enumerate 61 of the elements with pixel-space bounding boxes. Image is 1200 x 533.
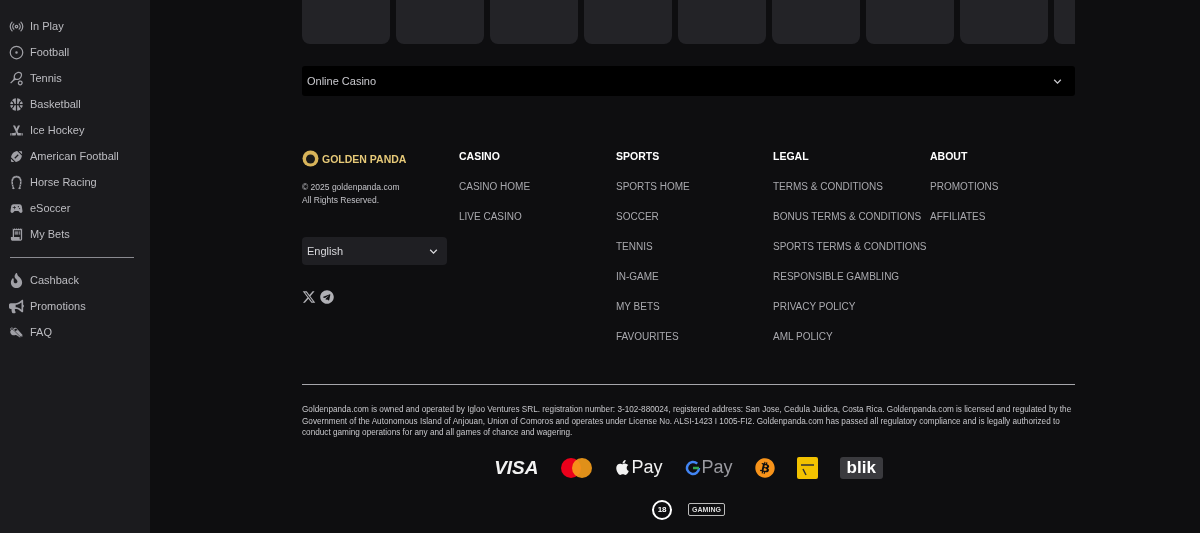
brand-logo[interactable]: GOLDEN PANDA [302,150,459,167]
sidebar-item[interactable]: Ice Hockey [0,117,150,143]
receipt-icon [9,226,24,242]
sidebar-item[interactable]: Cashback [0,267,150,293]
panda-coin-icon [302,150,319,167]
footer-link[interactable]: RESPONSIBLE GAMBLING [773,270,929,284]
language-dropdown[interactable]: English [302,237,447,265]
footer-link[interactable]: AFFILIATES [930,210,1086,224]
footer-link[interactable]: MY BETS [616,300,772,314]
sidebar-item[interactable]: My Bets [0,221,150,247]
circle-target-icon [9,44,24,60]
sidebar-item[interactable]: Horse Racing [0,169,150,195]
footer-link[interactable]: PROMOTIONS [930,180,1086,194]
footer-link[interactable]: SPORTS TERMS & CONDITIONS [773,240,929,254]
footer-link[interactable]: LIVE CASINO [459,210,615,224]
column-heading: CASINO [459,150,501,164]
blik-logo: blik [839,456,883,479]
sidebar-item[interactable]: Tennis [0,65,150,91]
sidebar-item[interactable]: Promotions [0,293,150,319]
footer-link[interactable]: BONUS TERMS & CONDITIONS [773,210,929,224]
sidebar-item[interactable]: Football [0,39,150,65]
copyright-text: © 2025 goldenpanda.com [302,181,401,194]
megaphone-icon [9,298,24,314]
sidebar-item[interactable]: In Play [0,13,150,39]
footer-link[interactable]: FAVOURITES [616,330,772,344]
footer-link[interactable]: TERMS & CONDITIONS [773,180,929,194]
sidebar-item[interactable]: Basketball [0,91,150,117]
age-18-badge: 18 [652,499,673,520]
apple-pay-logo: Pay [613,457,663,478]
footer-link[interactable]: PRIVACY POLICY [773,300,929,314]
flame-icon [9,272,24,288]
provider-tile[interactable] [490,0,578,44]
column-heading: ABOUT [930,150,969,164]
sidebar-item[interactable]: eSoccer [0,195,150,221]
footer-link[interactable]: AML POLICY [773,330,929,344]
bitcoin-icon [754,457,775,478]
visa-logo: VISA [494,456,539,479]
footer-link[interactable]: TENNIS [616,240,772,254]
mastercard-logo [560,457,592,478]
provider-tile[interactable] [960,0,1048,44]
american-football-icon [9,148,24,164]
footer-link[interactable]: IN-GAME [616,270,772,284]
category-dropdown[interactable]: Online Casino [302,66,1075,96]
sidebar-item[interactable]: American Football [0,143,150,169]
horseshoe-icon [9,174,24,190]
tennis-racket-icon [9,70,24,86]
whistle-icon [9,324,24,340]
sidebar-item[interactable]: FAQ [0,319,150,345]
rights-text: All Rights Reserved. [302,194,380,207]
footer-link[interactable]: SPORTS HOME [616,180,772,194]
telegram-icon[interactable] [320,290,334,304]
basketball-icon [9,96,24,112]
legal-text: Goldenpanda.com is owned and operated by Igloo Ventures SRL. registration number: 3-102-880024, registered address: San Jose, Cedula Juidica, Costa Rica. Goldenpanda.com is licensed and regulated by the Government of the Autonomous Island of Anjouan, Union of Comoros and operates under License No. ALSI-1423 I 1005-FI2. Goldenpanda.com has passed all regulatory compliance and is legally authorized to conduct gaming operations for any and all games of chance and wagering. [302,404,1073,439]
footer-link[interactable]: SOCCER [616,210,772,224]
google-g-icon [684,459,701,476]
footer-link[interactable]: CASINO HOME [459,180,615,194]
google-pay-logo: Pay [684,457,733,478]
interac-logo [796,456,818,479]
x-icon[interactable] [302,290,316,304]
column-heading: SPORTS [616,150,661,164]
column-heading: LEGAL [773,150,810,164]
